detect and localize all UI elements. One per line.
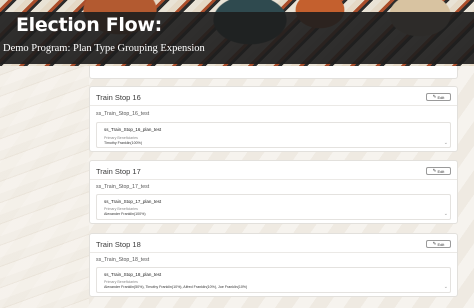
beneficiary-list: Alexander Franklin(100%) xyxy=(104,212,146,216)
edit-button[interactable]: ✎ Edit xyxy=(426,167,451,175)
chevron-down-icon[interactable]: ⌄ xyxy=(444,211,448,217)
edit-button-label: Edit xyxy=(437,241,445,247)
plan-name: ss_Train_Stop_16_plan_test xyxy=(104,127,162,132)
beneficiary-label: Primary Beneficiaries xyxy=(104,136,138,140)
plan-detail-panel[interactable]: ss_Train_Stop_17_plan_test Primary Benef… xyxy=(96,194,451,220)
edit-button-label: Edit xyxy=(437,94,445,100)
divider xyxy=(90,252,457,253)
pencil-icon: ✎ xyxy=(432,94,437,99)
train-stop-card: Train Stop 16 ✎ Edit ss_Train_Stop_16_te… xyxy=(89,86,458,152)
divider xyxy=(90,105,457,106)
pencil-icon: ✎ xyxy=(432,241,437,246)
chevron-down-icon[interactable]: ⌄ xyxy=(444,140,448,146)
edit-button[interactable]: ✎ Edit xyxy=(426,240,451,248)
beneficiary-label: Primary Beneficiaries xyxy=(104,280,138,284)
page-title: Election Flow: xyxy=(16,14,162,36)
plan-label: ss_Train_Stop_17_test xyxy=(96,184,150,190)
edit-button-label: Edit xyxy=(437,168,445,174)
plan-label: ss_Train_Stop_16_test xyxy=(96,111,150,117)
card-title: Train Stop 17 xyxy=(96,167,141,176)
page-subtitle: Demo Program: Plan Type Grouping Expensi… xyxy=(3,43,205,54)
plan-detail-panel[interactable]: ss_Train_Stop_16_plan_test Primary Benef… xyxy=(96,122,451,148)
beneficiary-list: Timothy Franklin(100%) xyxy=(104,141,143,145)
plan-label: ss_Train_Stop_18_test xyxy=(96,257,150,263)
left-decoration xyxy=(0,66,89,308)
plan-detail-panel[interactable]: ss_Train_Stop_18_plan_test Primary Benef… xyxy=(96,267,451,293)
card-title: Train Stop 18 xyxy=(96,240,141,249)
train-stop-card: Train Stop 18 ✎ Edit ss_Train_Stop_18_te… xyxy=(89,233,458,297)
pencil-icon: ✎ xyxy=(432,168,437,173)
card-title: Train Stop 16 xyxy=(96,93,141,102)
divider xyxy=(90,179,457,180)
plan-name: ss_Train_Stop_17_plan_test xyxy=(104,199,162,204)
beneficiary-label: Primary Beneficiaries xyxy=(104,207,138,211)
train-stop-card: Train Stop 17 ✎ Edit ss_Train_Stop_17_te… xyxy=(89,160,458,224)
previous-card-footer xyxy=(89,66,458,79)
edit-button[interactable]: ✎ Edit xyxy=(426,93,451,101)
chevron-down-icon[interactable]: ⌄ xyxy=(444,284,448,290)
beneficiary-list: Alexander Franklin(50%), Timothy Frankli… xyxy=(104,285,248,289)
plan-name: ss_Train_Stop_18_plan_test xyxy=(104,272,162,277)
